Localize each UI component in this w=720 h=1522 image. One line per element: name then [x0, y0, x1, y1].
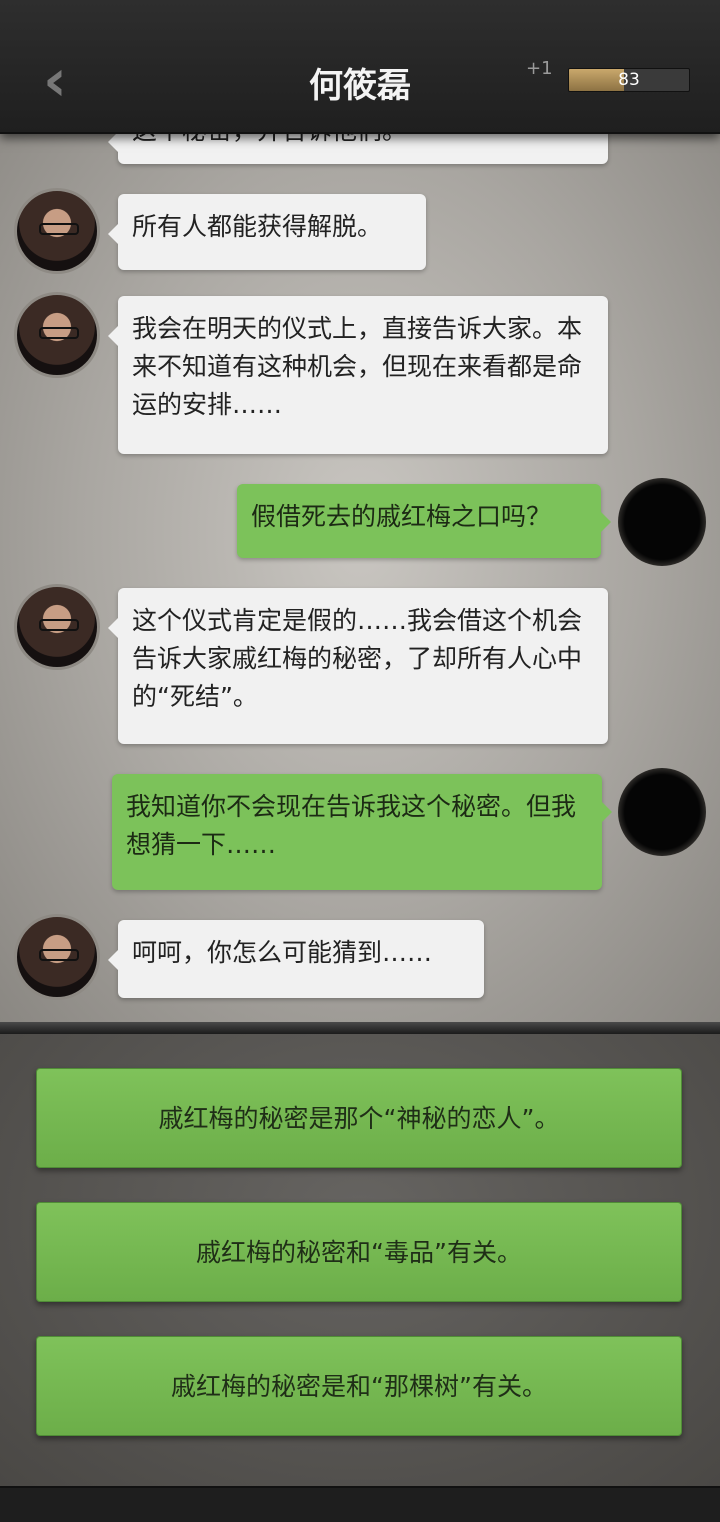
message-bubble-partial: 这个秘密，并告诉他们。	[108, 132, 608, 164]
contact-avatar[interactable]	[14, 188, 100, 274]
glasses-icon	[39, 223, 79, 235]
progress-bar: 83	[568, 68, 690, 92]
message-bubble-right: 我知道你不会现在告诉我这个秘密。但我想猜一下……	[112, 774, 612, 890]
message-text: 假借死去的戚红梅之口吗？	[251, 502, 552, 531]
chat-area[interactable]: 这个秘密，并告诉他们。 所有人都能获得解脱。 我会在明天的仪式上，直接告诉大家。…	[0, 132, 720, 1024]
message-text: 呵呵，你怎么可能猜到……	[132, 938, 433, 967]
message-bubble-right: 假借死去的戚红梅之口吗？	[237, 484, 611, 558]
contact-avatar[interactable]	[14, 914, 100, 1000]
top-bar: ‹ 何筱磊 +1 83	[0, 0, 720, 134]
glasses-icon	[39, 327, 79, 339]
plus-one-indicator: +1	[526, 58, 553, 79]
message-bubble-left: 所有人都能获得解脱。	[108, 194, 426, 270]
message-text: 所有人都能获得解脱。	[132, 212, 383, 241]
player-avatar[interactable]	[618, 768, 706, 856]
player-avatar[interactable]	[618, 478, 706, 566]
message-bubble-left: 呵呵，你怎么可能猜到……	[108, 920, 484, 998]
contact-avatar[interactable]	[14, 584, 100, 670]
glasses-icon	[39, 619, 79, 631]
contact-avatar[interactable]	[14, 292, 100, 378]
message-text: 我知道你不会现在告诉我这个秘密。但我想猜一下……	[126, 792, 577, 859]
bottom-bar	[0, 1486, 720, 1522]
message-bubble-left: 我会在明天的仪式上，直接告诉大家。本来不知道有这种机会，但现在来看都是命运的安排…	[108, 296, 608, 454]
reply-option-2[interactable]: 戚红梅的秘密和“毒品”有关。	[36, 1202, 682, 1302]
reply-options-panel: 戚红梅的秘密是那个“神秘的恋人”。 戚红梅的秘密和“毒品”有关。 戚红梅的秘密是…	[0, 1034, 720, 1486]
message-text: 我会在明天的仪式上，直接告诉大家。本来不知道有这种机会，但现在来看都是命运的安排…	[132, 314, 583, 419]
panel-divider	[0, 1022, 720, 1034]
reply-option-3[interactable]: 戚红梅的秘密是和“那棵树”有关。	[36, 1336, 682, 1436]
reply-option-1[interactable]: 戚红梅的秘密是那个“神秘的恋人”。	[36, 1068, 682, 1168]
glasses-icon	[39, 949, 79, 961]
progress-value: 83	[618, 70, 640, 90]
message-bubble-left: 这个仪式肯定是假的……我会借这个机会告诉大家戚红梅的秘密，了却所有人心中的“死结…	[108, 588, 608, 744]
message-text: 这个仪式肯定是假的……我会借这个机会告诉大家戚红梅的秘密，了却所有人心中的“死结…	[132, 606, 583, 711]
